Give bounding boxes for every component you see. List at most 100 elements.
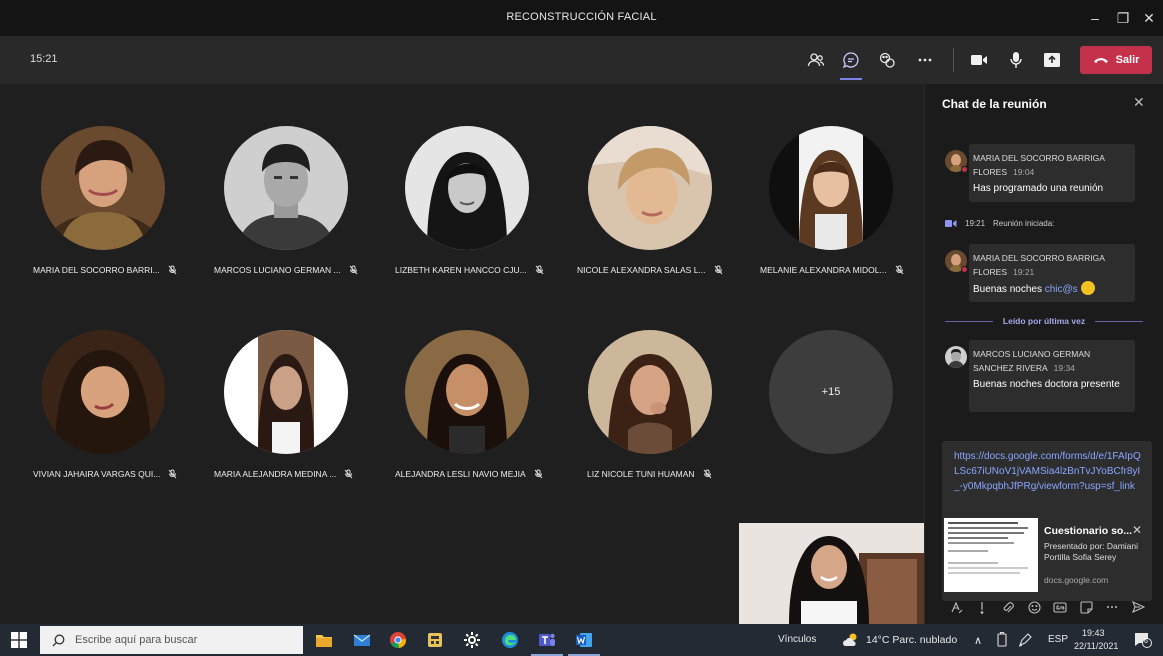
emoji-icon[interactable] xyxy=(1026,599,1042,615)
participant-name: MARIA DEL SOCORRO BARRI... xyxy=(33,265,223,275)
edge-icon[interactable] xyxy=(500,630,520,650)
pen-icon[interactable] xyxy=(1017,632,1033,648)
participant-tile[interactable]: VIVIAN JAHAIRA VARGAS QUI... xyxy=(13,330,193,530)
participant-avatar xyxy=(41,126,165,250)
participant-avatar xyxy=(224,126,348,250)
participant-tile[interactable]: MARIA DEL SOCORRO BARRI... xyxy=(13,126,193,326)
link-preview-domain: docs.google.com xyxy=(1044,575,1109,585)
link-preview-author: Presentado por: Damiani Portilla Sofia S… xyxy=(1044,541,1139,562)
participant-tile[interactable]: LIZ NICOLE TUNI HUAMAN xyxy=(560,330,740,530)
teams-icon[interactable] xyxy=(531,630,563,656)
more-options-icon[interactable] xyxy=(912,48,938,72)
attach-icon[interactable] xyxy=(1000,599,1016,615)
calculator-icon[interactable] xyxy=(425,630,445,650)
reactions-icon[interactable] xyxy=(874,48,900,72)
participant-name: ALEJANDRA LESLI NAVIO MEJIA xyxy=(395,469,585,479)
participant-tile[interactable]: MARIA ALEJANDRA MEDINA ... xyxy=(196,330,376,530)
presence-dot xyxy=(961,266,968,273)
video-camera-icon xyxy=(945,220,957,227)
self-view-video[interactable] xyxy=(739,523,924,624)
chat-message[interactable]: MARCOS LUCIANO GERMAN SANCHEZ RIVERA 19:3… xyxy=(969,340,1135,412)
participant-avatar xyxy=(405,330,529,454)
taskbar-search-input[interactable]: Escribe aquí para buscar xyxy=(40,626,303,654)
more-icon[interactable] xyxy=(1104,599,1120,615)
close-chat-icon[interactable]: ✕ xyxy=(1133,94,1145,111)
link-preview-title: Cuestionario so... xyxy=(1044,525,1133,537)
participant-tile[interactable]: MELANIE ALEXANDRA MIDOL... xyxy=(741,126,921,326)
mic-off-icon xyxy=(895,265,903,275)
presence-dot xyxy=(961,166,968,173)
notifications-icon[interactable]: 6 xyxy=(1134,632,1152,648)
mic-off-icon xyxy=(169,469,177,479)
participant-tile[interactable]: MARCOS LUCIANO GERMAN ... xyxy=(196,126,376,326)
overflow-count: +15 xyxy=(769,330,893,454)
close-window-button[interactable]: ✕ xyxy=(1132,6,1163,30)
weather-icon[interactable] xyxy=(842,631,860,649)
compose-toolbar xyxy=(942,596,1152,618)
gif-icon[interactable] xyxy=(1052,599,1068,615)
search-icon xyxy=(52,634,65,646)
search-placeholder: Escribe aquí para buscar xyxy=(75,634,198,646)
chat-panel: Chat de la reunión ✕ MARIA DEL SOCORRO B… xyxy=(924,84,1163,624)
close-preview-icon[interactable]: ✕ xyxy=(1132,523,1142,537)
share-screen-icon[interactable] xyxy=(1039,48,1065,72)
participant-name: MARCOS LUCIANO GERMAN ... xyxy=(214,265,404,275)
file-explorer-icon[interactable] xyxy=(314,630,334,650)
send-icon[interactable] xyxy=(1130,599,1146,615)
mic-off-icon xyxy=(534,469,543,479)
mail-icon[interactable] xyxy=(352,630,372,650)
participant-name: LIZBETH KAREN HANCCO CJU... xyxy=(395,265,585,275)
chrome-icon[interactable] xyxy=(388,630,408,650)
taskbar-date[interactable]: 22/11/2021 xyxy=(1074,641,1118,651)
links-toolbar[interactable]: Vínculos xyxy=(778,634,816,645)
participant-name: NICOLE ALEXANDRA SALAS L... xyxy=(577,265,767,275)
word-icon[interactable] xyxy=(568,630,600,656)
meeting-started-event: 19:21 Reunión iniciada: xyxy=(945,219,1054,228)
language-indicator[interactable]: ESP xyxy=(1048,634,1068,645)
chat-icon[interactable] xyxy=(838,48,864,80)
chat-title: Chat de la reunión xyxy=(942,97,1047,111)
battery-icon[interactable] xyxy=(995,631,1009,648)
link-preview-thumbnail xyxy=(944,518,1038,592)
camera-icon[interactable] xyxy=(966,48,992,72)
windows-taskbar: Escribe aquí para buscar Vínculos 14°C P… xyxy=(0,624,1163,656)
participant-avatar xyxy=(588,126,712,250)
form-link[interactable]: https://docs.google.com/forms/d/e/1FAIpQ… xyxy=(954,449,1144,494)
mic-off-icon xyxy=(714,265,722,275)
participant-avatar xyxy=(769,126,893,250)
participant-tile[interactable]: ALEJANDRA LESLI NAVIO MEJIA xyxy=(377,330,557,530)
participant-tile[interactable]: NICOLE ALEXANDRA SALAS L... xyxy=(560,126,740,326)
chat-avatar xyxy=(945,346,967,368)
settings-gear-icon[interactable] xyxy=(462,630,482,650)
microphone-icon[interactable] xyxy=(1003,48,1029,72)
leave-button[interactable]: Salir xyxy=(1080,46,1152,74)
priority-icon[interactable] xyxy=(974,599,990,615)
chat-message[interactable]: MARIA DEL SOCORRO BARRIGA FLORES 19:04 Ha… xyxy=(969,144,1135,202)
format-icon[interactable] xyxy=(948,599,964,615)
more-participants-tile[interactable]: +15 xyxy=(741,330,921,530)
participant-tile[interactable]: LIZBETH KAREN HANCCO CJU... xyxy=(377,126,557,326)
participants-icon[interactable] xyxy=(803,48,829,72)
notifications-count: 6 xyxy=(1144,638,1148,645)
leave-label: Salir xyxy=(1115,54,1140,66)
grinning-emoji-icon xyxy=(1080,281,1095,295)
window-title: RECONSTRUCCIÓN FACIAL xyxy=(506,11,657,23)
participant-avatar xyxy=(224,330,348,454)
chevron-up-icon[interactable]: ∧ xyxy=(974,634,982,647)
sticker-icon[interactable] xyxy=(1078,599,1094,615)
weather-text[interactable]: 14°C Parc. nublado xyxy=(866,634,957,646)
last-read-divider: Leído por última vez xyxy=(945,316,1143,326)
link-message[interactable]: https://docs.google.com/forms/d/e/1FAIpQ… xyxy=(942,441,1152,601)
link-preview-card[interactable]: Cuestionario so... ✕ Presentado por: Dam… xyxy=(944,518,1150,594)
participant-name: MARIA ALEJANDRA MEDINA ... xyxy=(214,469,404,479)
windows-start-icon[interactable] xyxy=(11,632,27,648)
mention-link[interactable]: chic@s xyxy=(1045,284,1078,295)
chat-message[interactable]: MARIA DEL SOCORRO BARRIGA FLORES 19:21 Bu… xyxy=(969,244,1135,302)
title-bar: RECONSTRUCCIÓN FACIAL – ❐ ✕ xyxy=(0,0,1163,36)
meeting-timer: 15:21 xyxy=(30,53,58,65)
taskbar-time[interactable]: 19:43 xyxy=(1082,628,1105,638)
participant-avatar xyxy=(41,330,165,454)
mic-off-icon xyxy=(703,469,711,479)
participant-avatar xyxy=(588,330,712,454)
toolbar-divider xyxy=(953,48,954,72)
